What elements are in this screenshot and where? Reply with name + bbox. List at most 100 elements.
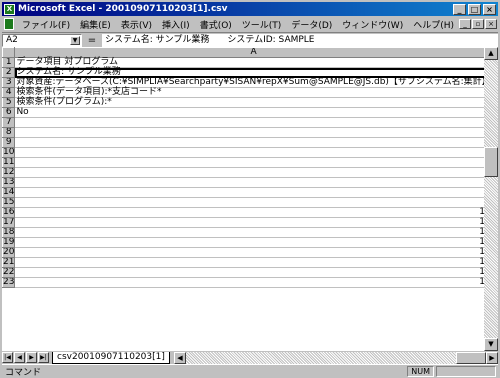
menu-item[interactable]: ウィンドウ(W) — [337, 18, 408, 31]
column-header[interactable]: A — [14, 47, 484, 58]
table-row: 104参照支店コードJSGB00140159 — [2, 147, 484, 158]
row-header[interactable]: 19 — [2, 237, 16, 248]
row-header[interactable]: 11 — [2, 157, 16, 168]
vertical-scrollbar[interactable]: ▲ ▼ — [484, 47, 498, 351]
row-header[interactable]: 6 — [2, 107, 16, 118]
maximize-button[interactable]: □ — [468, 3, 481, 15]
table-row: 115参照支店コードJSGB00140167 — [2, 157, 484, 168]
last-sheet-icon[interactable]: ▶| — [38, 352, 49, 363]
cell[interactable]: 9 — [14, 197, 484, 208]
cell[interactable]: 13 — [14, 237, 484, 248]
row-header[interactable]: 21 — [2, 257, 16, 268]
row-header[interactable]: 8 — [2, 127, 16, 138]
cell[interactable]: 8 — [14, 187, 484, 198]
menu-bar: ファイル(F) 編集(E) 表示(V) 挿入(I) 書式(O) ツール(T) データ(D) ウ… — [2, 17, 498, 31]
row-header[interactable]: 4 — [2, 87, 16, 98]
cell[interactable]: 5 — [14, 157, 484, 168]
menu-item[interactable]: ツール(T) — [237, 18, 287, 31]
workbook-minimize-button[interactable]: _ — [459, 19, 471, 29]
formula-equals-sign[interactable]: = — [82, 35, 102, 46]
menu-item[interactable]: 編集(E) — [75, 18, 116, 31]
row-header[interactable]: 20 — [2, 247, 16, 258]
vertical-scroll-track[interactable] — [484, 60, 498, 338]
scroll-left-icon[interactable]: ◀ — [173, 351, 186, 364]
name-box[interactable]: A2 ▼ — [2, 33, 82, 47]
workbook-restore-button[interactable]: ▫ — [472, 19, 484, 29]
row-header[interactable]: 22 — [2, 267, 16, 278]
first-sheet-icon[interactable]: |◀ — [2, 352, 13, 363]
menu-item[interactable]: 書式(O) — [195, 18, 237, 31]
row-header[interactable]: 5 — [2, 97, 16, 108]
workbook-close-button[interactable]: × — [485, 19, 497, 29]
cell[interactable]: 7 — [14, 177, 484, 188]
row-header[interactable]: 16 — [2, 207, 16, 218]
horizontal-scroll-track[interactable] — [185, 351, 456, 364]
menu-items: ファイル(F) 編集(E) 表示(V) 挿入(I) 書式(O) ツール(T) データ(D) ウ… — [17, 18, 459, 31]
cell[interactable]: 17 — [14, 277, 484, 288]
cell[interactable]: 1 — [14, 117, 484, 128]
row-header[interactable]: 7 — [2, 117, 16, 128]
cell[interactable]: 11 — [14, 217, 484, 228]
formula-input[interactable]: システム名: サンプル業務 システムID: SAMPLE — [102, 33, 498, 47]
cell[interactable]: 4 — [14, 147, 484, 158]
row-header[interactable]: 23 — [2, 277, 16, 288]
workbook-icon[interactable] — [4, 18, 14, 30]
cell[interactable]: 14 — [14, 247, 484, 258]
cell[interactable]: 6 — [14, 167, 484, 178]
menu-item[interactable]: 挿入(I) — [157, 18, 195, 31]
cell[interactable]: 検索条件(プログラム):* — [14, 97, 484, 108]
cell[interactable]: 10 — [14, 207, 484, 218]
cell[interactable]: 15 — [14, 257, 484, 268]
table-row: 159参照支店コードJSGB00245214 — [2, 197, 484, 208]
excel-app-icon[interactable]: X — [4, 3, 15, 15]
menu-item[interactable]: データ(D) — [286, 18, 337, 31]
cell[interactable]: システム名: サンプル業務 — [14, 67, 484, 78]
spreadsheet-grid[interactable]: ABCDEFGHI 1データ項目 対プログラムツール名:SIMPLIA/Sear… — [2, 47, 484, 351]
scroll-down-icon[interactable]: ▼ — [484, 338, 498, 351]
row-header[interactable]: 1 — [2, 57, 16, 68]
chevron-down-icon[interactable]: ▼ — [70, 35, 80, 45]
cell[interactable]: No — [14, 107, 484, 118]
cell[interactable]: データ項目 対プログラム — [14, 57, 484, 68]
sheet-tab-bar: |◀ ◀ ▶ ▶| csv20010907110203[1] ◀ ▶ — [2, 351, 498, 364]
sheet-tab[interactable]: csv20010907110203[1] — [52, 351, 170, 364]
close-button[interactable]: × — [483, 3, 496, 15]
row-header[interactable]: 14 — [2, 187, 16, 198]
table-row: 4 検索条件(データ項目):*支店コード* — [2, 87, 484, 98]
title-bar: X Microsoft Excel - 20010907110203[1].cs… — [2, 2, 498, 16]
row-header[interactable]: 9 — [2, 137, 16, 148]
row-header[interactable]: 2 — [2, 67, 16, 78]
row-header[interactable]: 15 — [2, 197, 16, 208]
horizontal-scrollbar[interactable]: ◀ ▶ — [173, 351, 498, 364]
table-row: 2115参照支店コードJSNB00484213 — [2, 257, 484, 268]
row-header[interactable]: 10 — [2, 147, 16, 158]
cell[interactable]: 16 — [14, 267, 484, 278]
horizontal-scroll-thumb[interactable] — [456, 351, 486, 364]
table-row: 1812参照支店コードJSGB00340188 — [2, 227, 484, 238]
cell[interactable]: 2 — [14, 127, 484, 138]
select-all-corner[interactable] — [2, 47, 16, 58]
row-header[interactable]: 18 — [2, 227, 16, 238]
table-row: 1データ項目 対プログラムツール名:SIMPLIA/SearchpartyV/L… — [2, 57, 484, 68]
row-header[interactable]: 12 — [2, 167, 16, 178]
table-row: 3 対象資産:データベース(C:¥SIMPLIA¥Searchparty¥SISA… — [2, 77, 484, 88]
cell[interactable]: 3 — [14, 137, 484, 148]
cell[interactable]: 12 — [14, 227, 484, 238]
next-sheet-icon[interactable]: ▶ — [26, 352, 37, 363]
prev-sheet-icon[interactable]: ◀ — [14, 352, 25, 363]
vertical-scroll-thumb[interactable] — [484, 147, 498, 177]
table-row: 5 検索条件(プログラム):* — [2, 97, 484, 108]
menu-item[interactable]: 表示(V) — [116, 18, 157, 31]
cell[interactable]: 検索条件(データ項目):*支店コード* — [14, 87, 484, 98]
cell[interactable]: 対象資産:データベース(C:¥SIMPLIA¥Searchparty¥SISAN… — [14, 77, 484, 88]
row-header[interactable]: 13 — [2, 177, 16, 188]
row-header[interactable]: 3 — [2, 77, 16, 88]
scroll-up-icon[interactable]: ▲ — [484, 47, 498, 60]
minimize-button[interactable]: _ — [453, 3, 466, 15]
name-box-value: A2 — [6, 34, 18, 45]
scroll-right-icon[interactable]: ▶ — [486, 351, 498, 364]
row-header[interactable]: 17 — [2, 217, 16, 228]
menu-item[interactable]: ヘルプ(H) — [408, 18, 459, 31]
menu-item[interactable]: ファイル(F) — [17, 18, 75, 31]
table-row: 2216参照支店コードJSNB00484213 — [2, 267, 484, 278]
